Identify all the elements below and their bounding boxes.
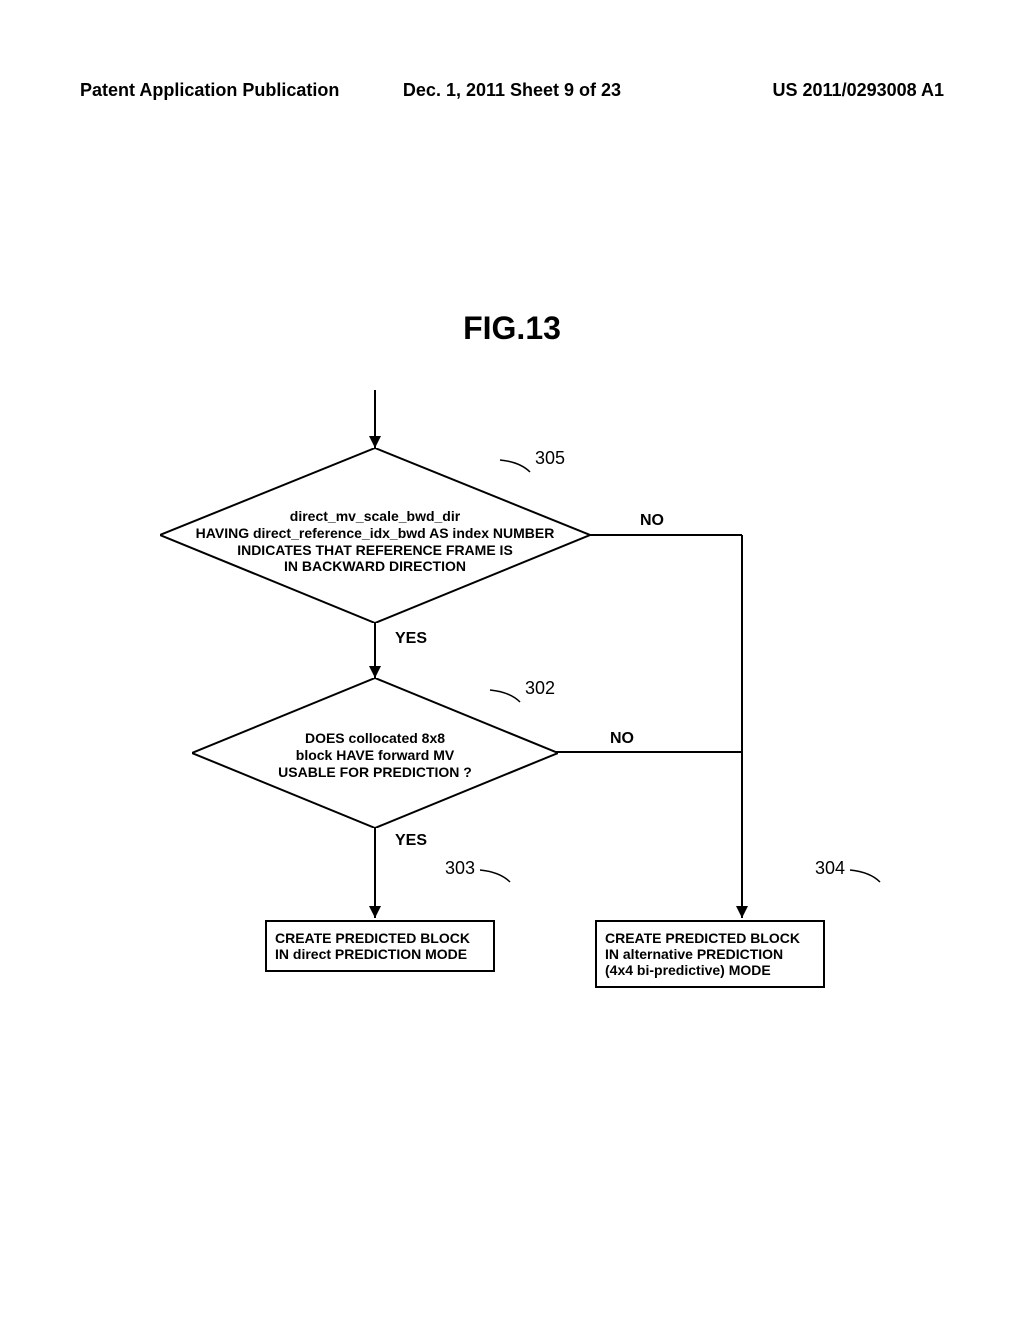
- process-304-line2: IN alternative PREDICTION: [605, 946, 815, 962]
- decision-302-text: DOES collocated 8x8 block HAVE forward M…: [260, 730, 490, 780]
- process-304: CREATE PREDICTED BLOCK IN alternative PR…: [595, 920, 825, 988]
- label-no-302: NO: [610, 730, 634, 748]
- flowchart-container: direct_mv_scale_bwd_dir HAVING direct_re…: [0, 390, 1024, 1070]
- decision-302-line2: block HAVE forward MV: [260, 747, 490, 764]
- ref-305: 305: [535, 448, 565, 469]
- process-303: CREATE PREDICTED BLOCK IN direct PREDICT…: [265, 920, 495, 972]
- header-patent-number: US 2011/0293008 A1: [656, 80, 944, 101]
- decision-305-line3: INDICATES THAT REFERENCE FRAME IS: [190, 542, 560, 559]
- header-publication: Patent Application Publication: [80, 80, 368, 101]
- decision-305-line2: HAVING direct_reference_idx_bwd AS index…: [190, 525, 560, 542]
- process-304-line3: (4x4 bi-predictive) MODE: [605, 962, 815, 978]
- decision-305-line4: IN BACKWARD DIRECTION: [190, 558, 560, 575]
- label-yes-302: YES: [395, 832, 427, 850]
- ref-302: 302: [525, 678, 555, 699]
- figure-title: FIG.13: [0, 310, 1024, 347]
- header-sheet-info: Dec. 1, 2011 Sheet 9 of 23: [368, 80, 656, 101]
- process-304-line1: CREATE PREDICTED BLOCK: [605, 930, 815, 946]
- decision-302-line3: USABLE FOR PREDICTION ?: [260, 764, 490, 781]
- ref-303: 303: [445, 858, 475, 879]
- page-header: Patent Application Publication Dec. 1, 2…: [0, 80, 1024, 101]
- label-yes-305: YES: [395, 630, 427, 648]
- ref-304: 304: [815, 858, 845, 879]
- decision-302-line1: DOES collocated 8x8: [260, 730, 490, 747]
- label-no-305: NO: [640, 512, 664, 530]
- decision-305-line1: direct_mv_scale_bwd_dir: [190, 508, 560, 525]
- decision-305-text: direct_mv_scale_bwd_dir HAVING direct_re…: [190, 508, 560, 575]
- process-303-line1: CREATE PREDICTED BLOCK: [275, 930, 485, 946]
- process-303-line2: IN direct PREDICTION MODE: [275, 946, 485, 962]
